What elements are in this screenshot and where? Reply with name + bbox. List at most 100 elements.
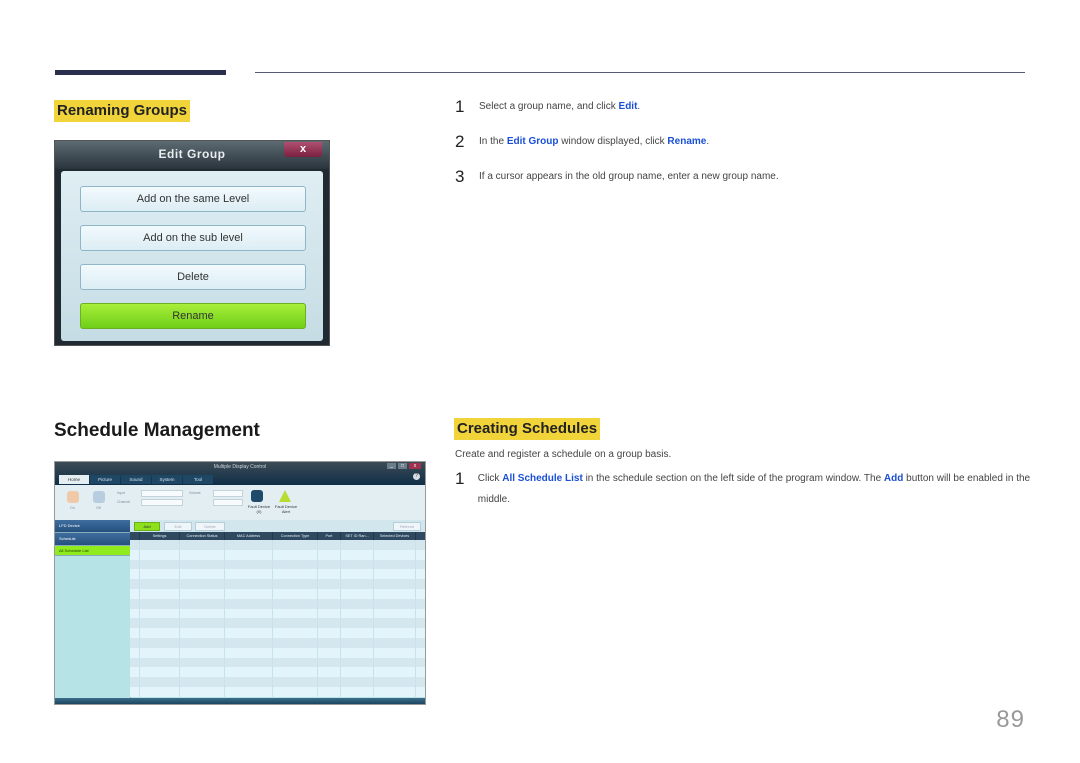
nav-lfd-device[interactable]: LFD Device — [55, 520, 130, 533]
step-number: 3 — [455, 167, 465, 186]
column-header[interactable]: Settings — [140, 532, 180, 540]
step-number: 2 — [455, 132, 465, 151]
power-on-icon[interactable] — [67, 491, 79, 503]
creating-schedules-intro: Create and register a schedule on a grou… — [455, 449, 672, 460]
rename-button[interactable]: Rename — [80, 303, 306, 329]
creating-schedules-heading: Creating Schedules — [454, 418, 601, 440]
table-row[interactable] — [130, 667, 425, 678]
column-header[interactable]: Connection Status — [180, 532, 225, 540]
step-text: Click All Schedule List in the schedule … — [478, 468, 1035, 510]
grid-header: Settings Connection Status MAC Address C… — [130, 532, 425, 540]
step-text: In the Edit Group window displayed, clic… — [479, 133, 709, 151]
tab-sound[interactable]: Sound — [121, 475, 151, 484]
app-tabs: Home Picture Sound System Tool — [59, 475, 214, 484]
window-controls: _ □ x — [387, 463, 421, 469]
step-2: 2 In the Edit Group window displayed, cl… — [455, 133, 1035, 151]
step-number: 1 — [455, 469, 465, 488]
table-row[interactable] — [130, 647, 425, 658]
table-row[interactable] — [130, 569, 425, 580]
tab-picture[interactable]: Picture — [90, 475, 120, 484]
table-row[interactable] — [130, 657, 425, 668]
input-select[interactable] — [141, 490, 183, 497]
left-nav: LFD Device Schedule All Schedule List — [55, 520, 131, 704]
schedule-management-title: Schedule Management — [54, 420, 260, 441]
column-header[interactable]: Connection Type — [273, 532, 318, 540]
text: in the schedule section on the left side… — [582, 473, 884, 484]
step-text: Select a group name, and click Edit. — [479, 98, 640, 116]
keyword-add: Add — [883, 473, 904, 484]
delete-button[interactable]: Delete — [195, 522, 225, 531]
nav-all-schedule-list[interactable]: All Schedule List — [55, 546, 130, 556]
power-off-icon[interactable] — [93, 491, 105, 503]
warning-icon[interactable] — [279, 490, 291, 502]
table-row[interactable] — [130, 637, 425, 648]
volume-label: Volume — [189, 491, 201, 495]
table-row[interactable] — [130, 677, 425, 687]
refresh-button[interactable]: Refresh — [393, 522, 421, 531]
keyword-rename: Rename — [667, 136, 707, 147]
close-icon[interactable]: x — [284, 142, 322, 157]
step-text: If a cursor appears in the old group nam… — [479, 171, 779, 182]
fault-device-icon[interactable] — [251, 490, 263, 502]
input-label: Input — [117, 491, 125, 495]
step-1: 1 Select a group name, and click Edit. — [455, 98, 1035, 116]
header-rule — [255, 72, 1025, 73]
text: In the — [479, 136, 507, 147]
step-1: 1 Click All Schedule List in the schedul… — [455, 470, 1035, 510]
maximize-icon[interactable]: □ — [398, 463, 407, 469]
dialog-body: Add on the same Level Add on the sub lev… — [61, 171, 323, 341]
page-number: 89 — [996, 706, 1025, 733]
creating-schedules-heading-text: Creating Schedules — [454, 418, 601, 440]
keyword-edit: Edit — [618, 101, 638, 112]
mute-button[interactable] — [213, 499, 243, 506]
schedule-grid: Settings Connection Status MAC Address C… — [130, 532, 425, 698]
renaming-groups-heading-text: Renaming Groups — [54, 100, 191, 122]
table-row[interactable] — [130, 608, 425, 619]
edit-group-dialog: Edit Group x Add on the same Level Add o… — [54, 140, 330, 346]
tab-home[interactable]: Home — [59, 475, 89, 484]
column-header[interactable]: Selected Devices — [374, 532, 416, 540]
table-row[interactable] — [130, 628, 425, 638]
table-row[interactable] — [130, 559, 425, 570]
power-on-label: On — [70, 506, 75, 510]
table-row[interactable] — [130, 549, 425, 560]
fault-device-alert-label: Fault Device Alert — [274, 504, 298, 514]
grid-rows — [130, 540, 425, 697]
table-row[interactable] — [130, 579, 425, 589]
table-row[interactable] — [130, 618, 425, 629]
step-3: 3 If a cursor appears in the old group n… — [455, 168, 1035, 186]
delete-button[interactable]: Delete — [80, 264, 306, 290]
ribbon: On Off Input Channel Volume Fault Device… — [55, 485, 425, 522]
mdc-app-window: Multiple Display Control _ □ x ? Home Pi… — [54, 461, 426, 705]
tab-system[interactable]: System — [152, 475, 182, 484]
column-header[interactable] — [130, 532, 140, 540]
tab-tool[interactable]: Tool — [183, 475, 213, 484]
add-sub-level-button[interactable]: Add on the sub level — [80, 225, 306, 251]
channel-field[interactable] — [141, 499, 183, 506]
header-accent-bar — [55, 70, 226, 75]
text: . — [706, 136, 710, 147]
table-row[interactable] — [130, 540, 425, 550]
column-header[interactable]: SET ID Ran... — [341, 532, 374, 540]
help-icon[interactable]: ? — [413, 473, 420, 480]
table-row[interactable] — [130, 588, 425, 599]
table-row[interactable] — [130, 598, 425, 609]
table-row[interactable] — [130, 686, 425, 697]
app-title: Multiple Display Control — [213, 464, 267, 470]
keyword-all-schedule-list: All Schedule List — [502, 473, 583, 484]
edit-button[interactable]: Edit — [164, 522, 192, 531]
minimize-icon[interactable]: _ — [387, 463, 396, 469]
add-same-level-button[interactable]: Add on the same Level — [80, 186, 306, 212]
close-icon[interactable]: x — [409, 463, 421, 469]
text: Select a group name, and click — [479, 101, 619, 112]
column-header[interactable]: Port — [318, 532, 341, 540]
status-bar — [55, 698, 425, 704]
volume-field[interactable] — [213, 490, 243, 497]
keyword-edit-group: Edit Group — [506, 136, 559, 147]
column-header[interactable]: MAC Address — [225, 532, 273, 540]
dialog-titlebar: Edit Group x — [55, 141, 329, 169]
power-off-label: Off — [96, 506, 101, 510]
nav-schedule[interactable]: Schedule — [55, 533, 130, 546]
add-button[interactable]: Add — [134, 522, 160, 531]
renaming-groups-heading: Renaming Groups — [54, 100, 191, 122]
